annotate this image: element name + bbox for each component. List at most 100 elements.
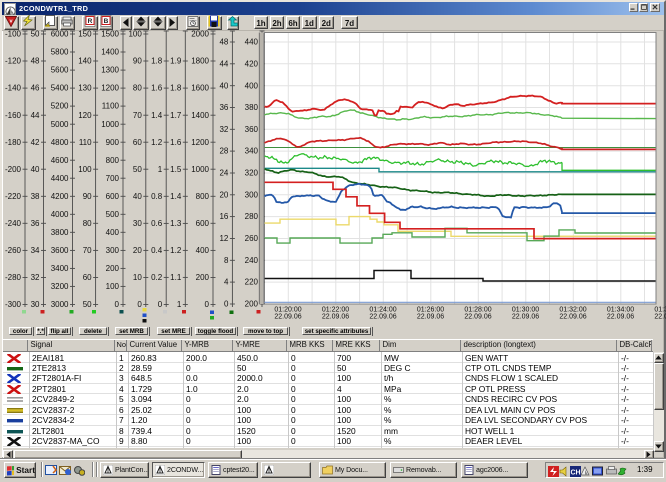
svg-text:44: 44 (31, 111, 40, 120)
svg-text:1.1: 1.1 (170, 273, 182, 282)
svg-text:60: 60 (83, 273, 92, 282)
svg-text:48: 48 (31, 57, 40, 66)
svg-text:01:24:00: 01:24:00 (369, 307, 396, 314)
svg-text:50: 50 (133, 165, 142, 174)
svg-text:22.09.06: 22.09.06 (369, 314, 396, 321)
svg-text:46: 46 (31, 84, 40, 93)
svg-text:200: 200 (196, 273, 210, 282)
svg-text:0: 0 (224, 300, 229, 309)
svg-text:8: 8 (224, 256, 229, 265)
svg-text:40: 40 (31, 165, 40, 174)
svg-text:1.9: 1.9 (170, 57, 182, 66)
svg-text:-200: -200 (5, 165, 22, 174)
svg-text:320: 320 (245, 169, 259, 178)
svg-text:40: 40 (219, 81, 228, 90)
svg-text:20: 20 (133, 246, 142, 255)
svg-text:1000: 1000 (101, 120, 119, 129)
svg-text:900: 900 (106, 138, 120, 147)
svg-text:1000: 1000 (191, 165, 209, 174)
svg-text:1800: 1800 (191, 57, 209, 66)
svg-text:32: 32 (31, 273, 40, 282)
svg-text:0.8: 0.8 (151, 192, 163, 201)
svg-text:5800: 5800 (51, 48, 69, 57)
svg-text:800: 800 (106, 156, 120, 165)
svg-text:120: 120 (78, 111, 92, 120)
svg-text:01:26:00: 01:26:00 (417, 307, 444, 314)
svg-text:01:30:00: 01:30:00 (512, 307, 539, 314)
svg-text:10: 10 (133, 273, 142, 282)
svg-text:4: 4 (224, 278, 229, 287)
svg-text:50: 50 (31, 30, 40, 39)
svg-text:34: 34 (31, 246, 40, 255)
svg-text:200: 200 (245, 300, 259, 309)
svg-text:36: 36 (31, 219, 40, 228)
svg-text:1.6: 1.6 (151, 84, 163, 93)
svg-text:100: 100 (78, 165, 92, 174)
svg-text:-160: -160 (5, 111, 22, 120)
svg-text:-220: -220 (5, 192, 22, 201)
svg-text:0.6: 0.6 (151, 219, 163, 228)
svg-text:-100: -100 (5, 30, 22, 39)
svg-text:-140: -140 (5, 84, 22, 93)
svg-text:22.09.06: 22.09.06 (417, 314, 444, 321)
svg-text:80: 80 (83, 219, 92, 228)
svg-text:01:20:00: 01:20:00 (274, 307, 301, 314)
svg-text:80: 80 (133, 84, 142, 93)
svg-text:1.8: 1.8 (170, 84, 182, 93)
svg-text:12: 12 (219, 234, 228, 243)
svg-text:-260: -260 (5, 246, 22, 255)
svg-text:90: 90 (133, 57, 142, 66)
svg-text:44: 44 (219, 59, 228, 68)
svg-text:440: 440 (245, 38, 259, 47)
svg-text:600: 600 (106, 192, 120, 201)
svg-text:340: 340 (245, 147, 259, 156)
svg-text:50: 50 (83, 300, 92, 309)
svg-text:1400: 1400 (101, 48, 119, 57)
svg-text:01:36:00: 01:36:00 (654, 307, 666, 314)
svg-text:200: 200 (106, 264, 120, 273)
svg-text:01:34:00: 01:34:00 (607, 307, 634, 314)
svg-text:22.09.06: 22.09.06 (654, 314, 666, 321)
svg-text:01:22:00: 01:22:00 (322, 307, 349, 314)
svg-text:22.09.06: 22.09.06 (607, 314, 634, 321)
svg-text:90: 90 (83, 192, 92, 201)
svg-text:5400: 5400 (51, 84, 69, 93)
svg-text:38: 38 (31, 192, 40, 201)
svg-text:16: 16 (219, 212, 228, 221)
svg-text:1.4: 1.4 (170, 192, 182, 201)
svg-text:1400: 1400 (191, 111, 209, 120)
svg-text:6000: 6000 (51, 30, 69, 39)
svg-text:30: 30 (31, 300, 40, 309)
svg-text:5000: 5000 (51, 120, 69, 129)
svg-text:1.4: 1.4 (151, 111, 163, 120)
svg-text:300: 300 (245, 190, 259, 199)
svg-text:3400: 3400 (51, 264, 69, 273)
svg-text:110: 110 (79, 138, 92, 147)
svg-text:22.09.06: 22.09.06 (512, 314, 539, 321)
svg-text:20: 20 (219, 190, 228, 199)
svg-text:42: 42 (31, 138, 40, 147)
svg-text:3200: 3200 (51, 282, 69, 291)
svg-text:1100: 1100 (102, 102, 120, 111)
svg-text:1.5: 1.5 (170, 165, 182, 174)
svg-text:1.7: 1.7 (170, 111, 182, 120)
svg-text:400: 400 (196, 246, 210, 255)
svg-text:3000: 3000 (51, 300, 69, 309)
svg-text:130: 130 (78, 84, 92, 93)
svg-text:28: 28 (219, 147, 228, 156)
svg-text:300: 300 (106, 246, 120, 255)
svg-text:400: 400 (106, 228, 120, 237)
svg-text:-180: -180 (5, 138, 22, 147)
svg-text:1.8: 1.8 (151, 57, 163, 66)
svg-text:4800: 4800 (51, 138, 69, 147)
svg-text:22.09.06: 22.09.06 (559, 314, 586, 321)
svg-text:240: 240 (245, 256, 259, 265)
svg-text:48: 48 (219, 38, 228, 47)
svg-text:CH: CH (570, 470, 580, 477)
svg-text:5600: 5600 (51, 66, 69, 75)
svg-text:1.6: 1.6 (170, 138, 182, 147)
svg-text:1.2: 1.2 (170, 246, 182, 255)
svg-text:-120: -120 (5, 57, 22, 66)
svg-text:360: 360 (245, 125, 259, 134)
svg-text:30: 30 (133, 219, 142, 228)
